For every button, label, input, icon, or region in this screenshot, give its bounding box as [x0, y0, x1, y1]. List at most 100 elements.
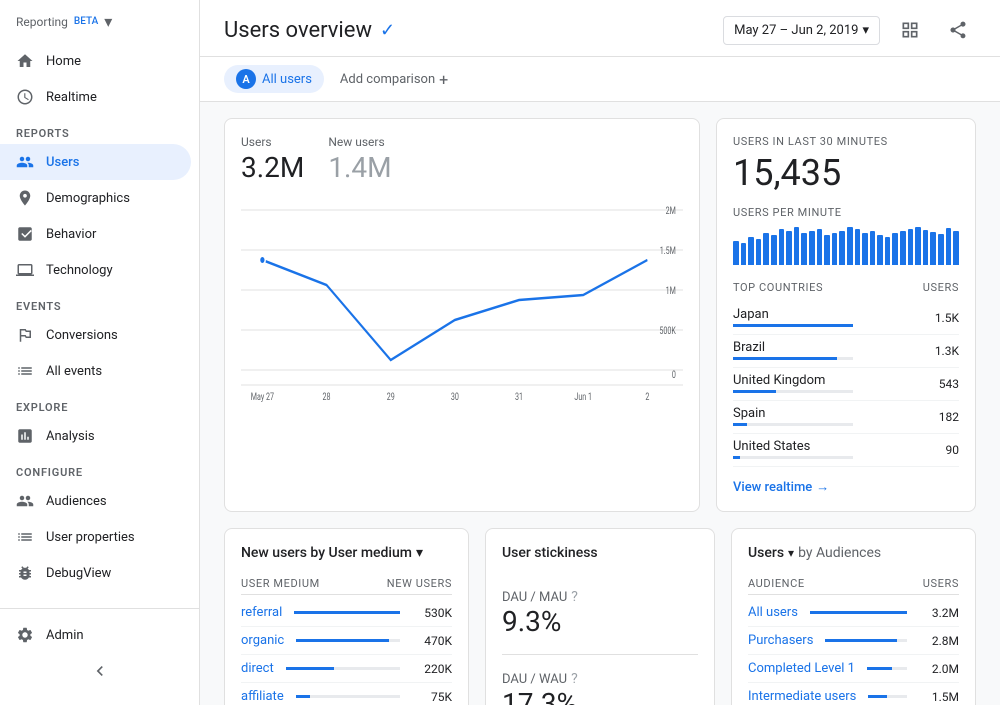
table-row: organic 470K — [241, 627, 452, 655]
row-label[interactable]: Completed Level 1 — [748, 661, 855, 676]
svg-text:30: 30 — [451, 392, 459, 404]
sidebar-item-technology[interactable]: Technology — [0, 252, 191, 288]
date-range-picker[interactable]: May 27 – Jun 2, 2019 ▾ — [723, 16, 880, 45]
chevron-down-icon[interactable]: ▾ — [104, 12, 112, 31]
chevron-down-icon[interactable]: ▾ — [416, 545, 423, 561]
new-users-table: referral 530K organic 470K direct 220K a… — [241, 599, 452, 705]
svg-text:28: 28 — [323, 392, 331, 404]
country-bar — [733, 390, 776, 393]
mini-bar-item — [915, 227, 921, 265]
list-item: Brazil 1.3K — [733, 335, 959, 368]
sidebar-item-users[interactable]: Users — [0, 144, 191, 180]
row-value: 2.0M — [919, 662, 959, 676]
row-value: 75K — [412, 690, 452, 704]
row-value: 2.8M — [919, 634, 959, 648]
realtime-icon — [16, 88, 34, 106]
row-bar — [810, 611, 907, 614]
stickiness-label: DAU / WAU ? — [502, 671, 578, 687]
user-properties-icon — [16, 528, 34, 546]
stickiness-card: User stickiness DAU / MAU ? 9.3% DAU / W… — [485, 528, 715, 705]
svg-text:May 27: May 27 — [251, 392, 274, 404]
audiences-card: Users ▾ by Audiences AUDIENCE USERS All … — [731, 528, 976, 705]
line-chart: 2M 1.5M 1M 500K 0 May 27 28 29 30 31 Jun… — [241, 200, 683, 420]
row-value: 3.2M — [919, 606, 959, 620]
sidebar-item-audiences[interactable]: Audiences — [0, 483, 191, 519]
mini-bar-item — [862, 233, 868, 265]
admin-icon — [16, 626, 34, 644]
all-users-chip[interactable]: A All users — [224, 65, 324, 93]
chart-metrics: Users 3.2M New users 1.4M — [241, 135, 683, 184]
country-bar-container — [733, 390, 853, 393]
sidebar-item-label: Admin — [46, 628, 84, 643]
mini-bar-item — [794, 227, 800, 265]
sidebar-item-label: Behavior — [46, 227, 96, 242]
table-row: direct 220K — [241, 655, 452, 683]
sidebar-item-conversions[interactable]: Conversions — [0, 317, 191, 353]
mini-bar-item — [824, 235, 830, 265]
country-name: Spain — [733, 406, 939, 421]
sidebar-item-label: Technology — [46, 263, 113, 278]
sidebar-item-behavior[interactable]: Behavior — [0, 216, 191, 252]
row-bar-container — [810, 611, 907, 614]
sidebar-item-debugview[interactable]: DebugView — [0, 555, 191, 591]
mini-bar-item — [741, 243, 747, 265]
new-users-metric[interactable]: New users 1.4M — [328, 135, 391, 184]
add-comparison-button[interactable]: Add comparison + — [332, 66, 456, 93]
verified-icon: ✓ — [380, 20, 395, 41]
top-row: Users 3.2M New users 1.4M — [224, 118, 976, 512]
country-bar — [733, 357, 837, 360]
new-users-card: New users by User medium ▾ USER MEDIUM N… — [224, 528, 469, 705]
row-label[interactable]: Purchasers — [748, 633, 813, 648]
row-bar — [294, 611, 400, 614]
analysis-icon — [16, 427, 34, 445]
compare-icon[interactable] — [892, 12, 928, 48]
chart-svg: 2M 1.5M 1M 500K 0 May 27 28 29 30 31 Jun… — [241, 200, 683, 420]
country-name: United Kingdom — [733, 373, 939, 388]
list-item: Spain 182 — [733, 401, 959, 434]
svg-text:500K: 500K — [659, 326, 676, 338]
row-bar-container — [867, 667, 907, 670]
debugview-icon — [16, 564, 34, 582]
sidebar-item-demographics[interactable]: Demographics — [0, 180, 191, 216]
help-icon[interactable]: ? — [571, 671, 578, 687]
all-events-icon — [16, 362, 34, 380]
row-label[interactable]: direct — [241, 661, 274, 676]
realtime-card: USERS IN LAST 30 MINUTES 15,435 USERS PE… — [716, 118, 976, 512]
sidebar-item-realtime[interactable]: Realtime — [0, 79, 191, 115]
sidebar-item-analysis[interactable]: Analysis — [0, 418, 191, 454]
mini-bar-item — [923, 230, 929, 265]
svg-text:29: 29 — [387, 392, 395, 404]
row-label[interactable]: organic — [241, 633, 284, 648]
row-bar-container — [296, 639, 400, 642]
country-list: Japan 1.5K Brazil 1.3K United Kingdom 54… — [733, 302, 959, 467]
row-label[interactable]: All users — [748, 605, 798, 620]
chevron-down-icon[interactable]: ▾ — [788, 546, 794, 560]
sidebar-item-all-events[interactable]: All events — [0, 353, 191, 389]
row-label[interactable]: affiliate — [241, 689, 284, 704]
svg-text:0: 0 — [672, 370, 676, 382]
row-bar — [296, 695, 311, 698]
country-bar — [733, 324, 853, 327]
row-bar-container — [296, 695, 400, 698]
sidebar-item-user-properties[interactable]: User properties — [0, 519, 191, 555]
row-value: 470K — [412, 634, 452, 648]
country-users: 182 — [939, 410, 959, 424]
row-label[interactable]: referral — [241, 605, 282, 620]
svg-text:1M: 1M — [666, 286, 676, 298]
main-chart-card: Users 3.2M New users 1.4M — [224, 118, 700, 512]
view-realtime-link[interactable]: View realtime → — [733, 479, 959, 495]
new-users-table-header: USER MEDIUM NEW USERS — [241, 573, 452, 595]
table-row: Intermediate users 1.5M — [748, 683, 959, 705]
sidebar-item-admin[interactable]: Admin — [0, 617, 191, 653]
help-icon[interactable]: ? — [571, 589, 578, 605]
users-icon — [16, 153, 34, 171]
users-metric[interactable]: Users 3.2M — [241, 135, 304, 184]
share-icon[interactable] — [940, 12, 976, 48]
sidebar-collapse-button[interactable] — [0, 653, 199, 689]
mini-bar-item — [839, 231, 845, 265]
new-users-title: New users by User medium ▾ — [241, 545, 452, 561]
row-label[interactable]: Intermediate users — [748, 689, 856, 704]
audiences-icon — [16, 492, 34, 510]
country-bar — [733, 423, 747, 426]
sidebar-item-home[interactable]: Home — [0, 43, 191, 79]
